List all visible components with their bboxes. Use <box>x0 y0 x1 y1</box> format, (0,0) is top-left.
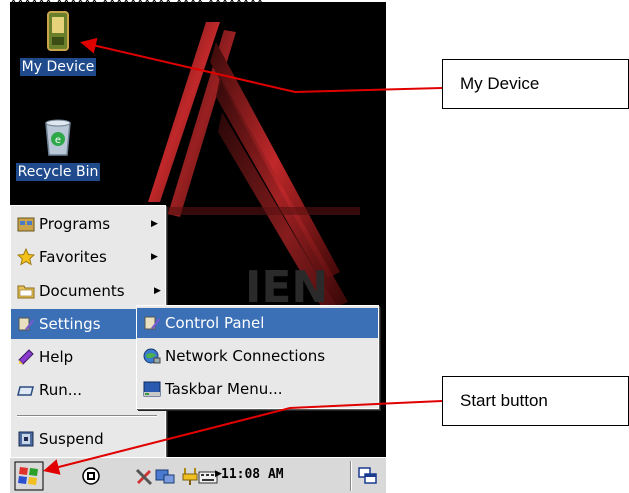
callout-my-device: My Device <box>442 59 629 109</box>
callout-label: My Device <box>460 74 540 93</box>
my-device-callout-line <box>80 37 443 94</box>
callout-label: Start button <box>460 391 548 410</box>
callout-start-button: Start button <box>442 376 629 426</box>
start-button-callout-line <box>43 400 443 475</box>
